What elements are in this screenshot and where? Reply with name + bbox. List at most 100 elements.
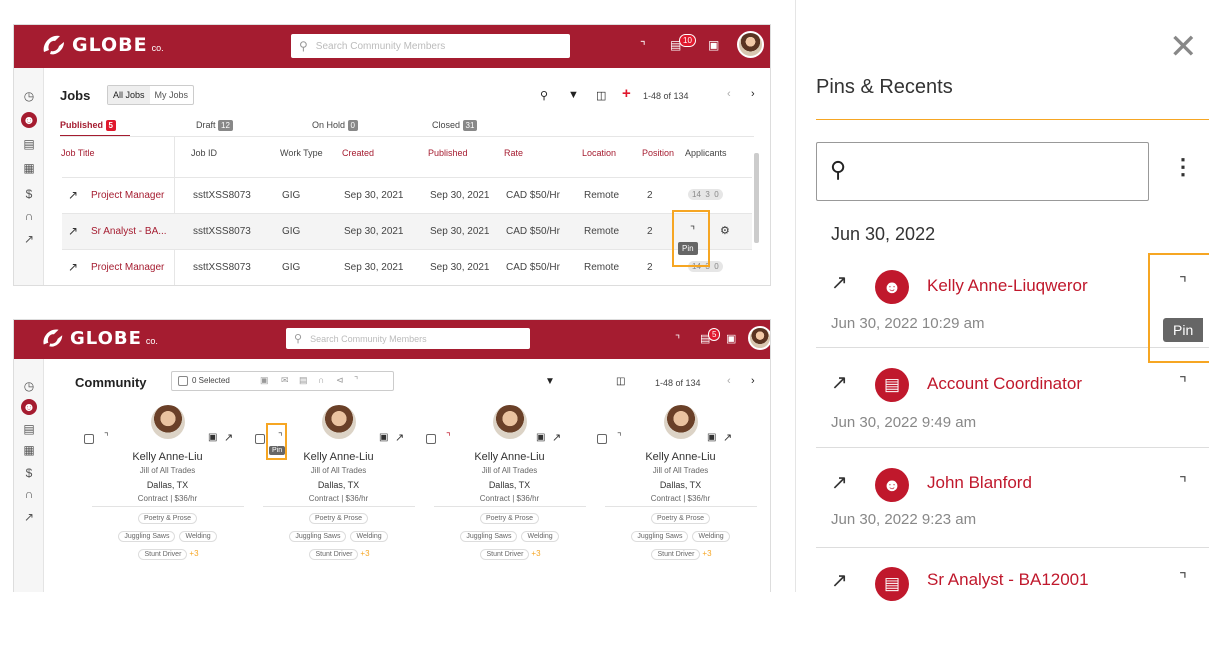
pins-search-input[interactable]: ⚲ <box>816 142 1149 201</box>
member-name[interactable]: Kelly Anne-Liu <box>84 451 251 463</box>
pin-icon[interactable]: ⌝ <box>1179 374 1187 394</box>
open-external-icon[interactable]: ↗ <box>68 260 78 274</box>
filter-icon[interactable]: ▼ <box>568 89 579 101</box>
message-icon[interactable]: ▣ <box>536 432 545 443</box>
headset-icon[interactable]: ∩ <box>21 208 37 224</box>
tab-draft[interactable]: Draft 12 <box>196 120 233 131</box>
pin-item[interactable]: ↗ ▤ Account Coordinator Jun 30, 2022 9:4… <box>796 360 1209 460</box>
close-icon[interactable]: ✕ <box>1169 30 1198 64</box>
more-skills[interactable]: +3 <box>189 549 198 558</box>
table-row[interactable]: ↗ Project Manager ssttXSS8073 GIG Sep 30… <box>62 177 752 213</box>
open-external-icon[interactable]: ↗ <box>831 270 848 295</box>
open-external-icon[interactable]: ↗ <box>552 431 561 444</box>
pin-item[interactable]: ↗ ▤ Sr Analyst - BA12001 ⌝ <box>796 560 1209 660</box>
user-avatar[interactable] <box>737 31 764 58</box>
tab-published[interactable]: Published 5 <box>60 120 116 131</box>
open-external-icon[interactable]: ↗ <box>224 431 233 444</box>
columns-icon[interactable]: ◫ <box>596 89 606 102</box>
payments-icon[interactable]: $ <box>21 186 37 202</box>
headset-icon[interactable]: ∩ <box>318 375 324 385</box>
email-icon[interactable]: ✉ <box>281 375 289 386</box>
community-icon[interactable]: ☻ <box>21 399 37 415</box>
member-name[interactable]: Kelly Anne-Liu <box>426 451 593 463</box>
my-jobs-toggle[interactable]: My Jobs <box>150 86 194 104</box>
col-applicants[interactable]: Applicants <box>685 148 727 158</box>
open-external-icon[interactable]: ↗ <box>831 470 848 495</box>
open-external-icon[interactable]: ↗ <box>831 370 848 395</box>
more-skills[interactable]: +3 <box>702 549 711 558</box>
chat-icon[interactable]: ▣ <box>726 332 736 345</box>
analytics-icon[interactable]: ↗ <box>21 231 37 247</box>
globe-logo[interactable]: GLOBE co. <box>40 32 164 58</box>
table-row[interactable]: ↗ Project Manager ssttXSS8073 GIG Sep 30… <box>62 249 752 285</box>
member-card[interactable]: ⌝ ▣ ↗ Kelly Anne-Liu Jill of All Trades … <box>255 405 422 592</box>
pin-item-title[interactable]: Account Coordinator <box>927 374 1082 394</box>
calendar-icon[interactable]: ▦ <box>21 160 37 176</box>
message-icon[interactable]: ▣ <box>707 432 716 443</box>
select-checkbox[interactable] <box>597 434 607 444</box>
select-checkbox[interactable] <box>255 434 265 444</box>
calendar-icon[interactable]: ▦ <box>21 442 37 458</box>
pin-icon[interactable]: ⌝ <box>104 432 109 443</box>
member-card[interactable]: ⌝ ▣ ↗ Kelly Anne-Liu Jill of All Trades … <box>84 405 251 592</box>
search-community-input[interactable]: ⚲ Search Community Members <box>286 328 530 349</box>
briefcase-icon[interactable]: ▤ <box>299 375 308 386</box>
pin-icon[interactable]: ⌝ <box>640 39 646 53</box>
applicants-counts[interactable]: 14 3 0 <box>688 189 723 200</box>
col-position[interactable]: Position <box>642 148 674 158</box>
pin-icon[interactable]: ⌝ <box>675 333 680 346</box>
select-checkbox[interactable] <box>426 434 436 444</box>
col-work-type[interactable]: Work Type <box>280 148 323 158</box>
analytics-icon[interactable]: ↗ <box>21 509 37 525</box>
payments-icon[interactable]: $ <box>21 465 37 481</box>
pin-item-title[interactable]: Kelly Anne-Liuqweror <box>927 276 1088 296</box>
search-icon[interactable]: ⚲ <box>540 89 548 102</box>
open-external-icon[interactable]: ↗ <box>723 431 732 444</box>
next-page-icon[interactable]: › <box>751 88 755 100</box>
select-all-checkbox[interactable] <box>178 376 188 386</box>
jobs-icon[interactable]: ▤ <box>21 421 37 437</box>
pin-item-title[interactable]: Sr Analyst - BA12001 <box>927 570 1089 590</box>
pin-icon[interactable]: ⌝ <box>354 375 358 386</box>
pin-icon[interactable]: ⌝ <box>1179 474 1187 494</box>
user-avatar[interactable] <box>748 326 770 350</box>
prev-page-icon[interactable]: ‹ <box>727 88 731 100</box>
search-community-input[interactable]: ⚲ Search Community Members <box>291 34 570 58</box>
pin-icon[interactable]: ⌝ <box>1179 570 1187 590</box>
community-icon[interactable]: ☻ <box>21 112 37 128</box>
all-jobs-toggle[interactable]: All Jobs <box>108 86 150 104</box>
gear-icon[interactable]: ⚙ <box>720 224 730 237</box>
share-icon[interactable]: ⊲ <box>336 375 344 386</box>
more-skills[interactable]: +3 <box>531 549 540 558</box>
filter-icon[interactable]: ▼ <box>545 376 555 387</box>
col-created[interactable]: Created <box>342 148 374 158</box>
chat-icon[interactable]: ▣ <box>708 38 719 52</box>
job-title-link[interactable]: Project Manager <box>91 190 164 201</box>
scrollbar[interactable] <box>754 153 759 243</box>
message-icon[interactable]: ▣ <box>379 432 388 443</box>
table-row[interactable]: ↗ Sr Analyst - BA... ssttXSS8073 GIG Sep… <box>62 213 752 249</box>
more-skills[interactable]: +3 <box>360 549 369 558</box>
message-icon[interactable]: ▣ <box>208 432 217 443</box>
dashboard-icon[interactable]: ◷ <box>21 88 37 104</box>
open-external-icon[interactable]: ↗ <box>68 188 78 202</box>
pin-icon[interactable]: ⌝ <box>446 432 451 443</box>
pin-item[interactable]: ↗ ☻ John Blanford Jun 30, 2022 9:23 am ⌝ <box>796 460 1209 560</box>
job-title-link[interactable]: Project Manager <box>91 262 164 273</box>
columns-icon[interactable]: ◫ <box>616 376 625 387</box>
prev-page-icon[interactable]: ‹ <box>727 375 731 387</box>
dashboard-icon[interactable]: ◷ <box>21 378 37 394</box>
member-card[interactable]: ⌝ ▣ ↗ Kelly Anne-Liu Jill of All Trades … <box>597 405 764 592</box>
message-icon[interactable]: ▣ <box>260 375 269 386</box>
headset-icon[interactable]: ∩ <box>21 486 37 502</box>
member-card[interactable]: ⌝ ▣ ↗ Kelly Anne-Liu Jill of All Trades … <box>426 405 593 592</box>
globe-logo[interactable]: GLOBE co. <box>40 326 158 350</box>
col-rate[interactable]: Rate <box>504 148 523 158</box>
open-external-icon[interactable]: ↗ <box>395 431 404 444</box>
col-location[interactable]: Location <box>582 148 616 158</box>
job-title-link[interactable]: Sr Analyst - BA... <box>91 226 167 237</box>
next-page-icon[interactable]: › <box>751 375 755 387</box>
tab-closed[interactable]: Closed 31 <box>432 120 478 131</box>
select-checkbox[interactable] <box>84 434 94 444</box>
member-name[interactable]: Kelly Anne-Liu <box>597 451 764 463</box>
